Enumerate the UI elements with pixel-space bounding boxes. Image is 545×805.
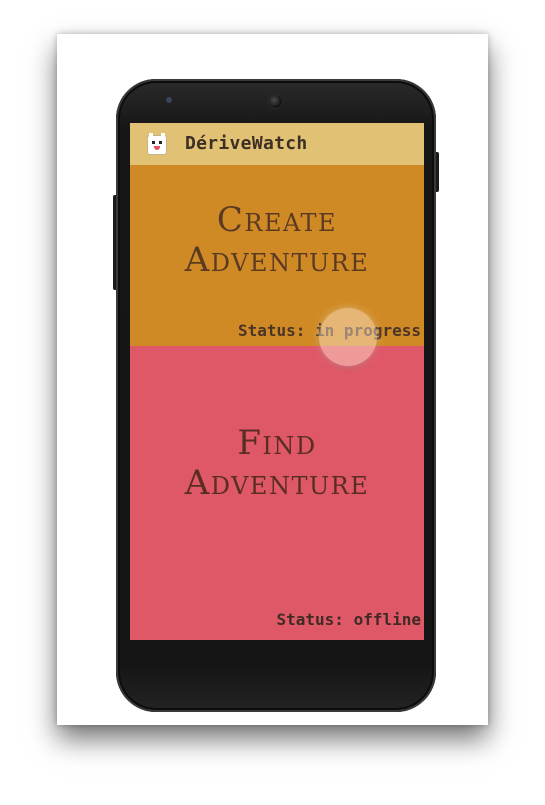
app-mascot-icon <box>148 133 166 154</box>
find-adventure-button[interactable]: Find Adventure Status: offline <box>130 346 424 640</box>
touch-indicator <box>319 308 377 366</box>
find-status-value: offline <box>353 610 421 629</box>
app-title: DériveWatch <box>185 133 308 154</box>
create-adventure-title: Create Adventure <box>130 200 424 280</box>
find-status-label: Status: <box>276 610 344 629</box>
create-status-label: Status: <box>237 321 306 340</box>
create-adventure-title-line2: Adventure <box>184 240 370 280</box>
phone-screen: DériveWatch Create Adventure Status: in … <box>130 123 424 640</box>
find-adventure-title: Find Adventure <box>130 423 424 503</box>
find-adventure-title-line2: Adventure <box>184 463 370 503</box>
app-bar: DériveWatch <box>130 123 424 165</box>
create-adventure-button[interactable]: Create Adventure Status: in progress <box>130 165 424 346</box>
find-adventure-status: Status: offline <box>276 610 421 629</box>
find-adventure-title-line1: Find <box>237 423 317 463</box>
front-camera <box>269 95 282 108</box>
create-adventure-title-line1: Create <box>216 200 338 240</box>
proximity-sensor <box>166 97 172 103</box>
